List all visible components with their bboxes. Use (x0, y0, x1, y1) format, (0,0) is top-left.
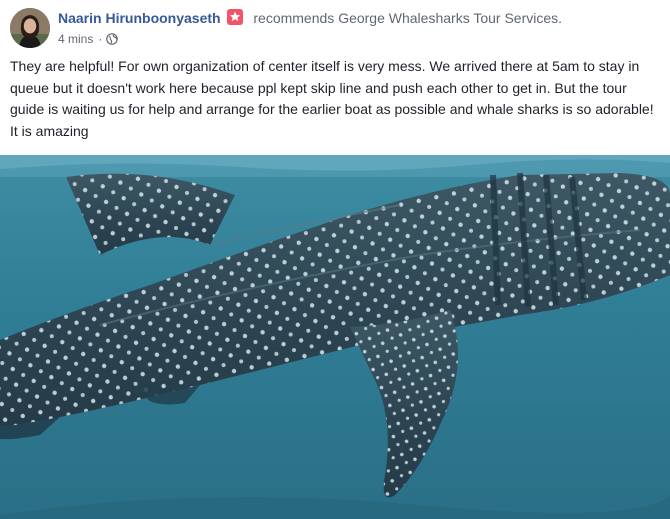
avatar-image (10, 8, 50, 48)
timestamp[interactable]: 4 mins (58, 32, 93, 46)
recommends-label: recommends (253, 10, 335, 26)
meta-separator: · (98, 32, 103, 46)
recommendation-star-icon (227, 9, 244, 25)
post-meta: 4 mins · (58, 32, 119, 48)
whale-shark-image (0, 155, 670, 519)
page-link[interactable]: George Whalesharks Tour Services. (338, 10, 562, 26)
facebook-post: Naarin Hirunboonyaseth recommends George… (0, 0, 670, 519)
globe-icon[interactable] (106, 33, 119, 48)
post-body-text: They are helpful! For own organization o… (10, 58, 654, 139)
post-header: Naarin Hirunboonyaseth recommends George… (58, 9, 562, 26)
author-name[interactable]: Naarin Hirunboonyaseth (58, 10, 221, 26)
post-photo-whale-shark[interactable] (0, 155, 670, 519)
avatar[interactable] (10, 8, 50, 48)
